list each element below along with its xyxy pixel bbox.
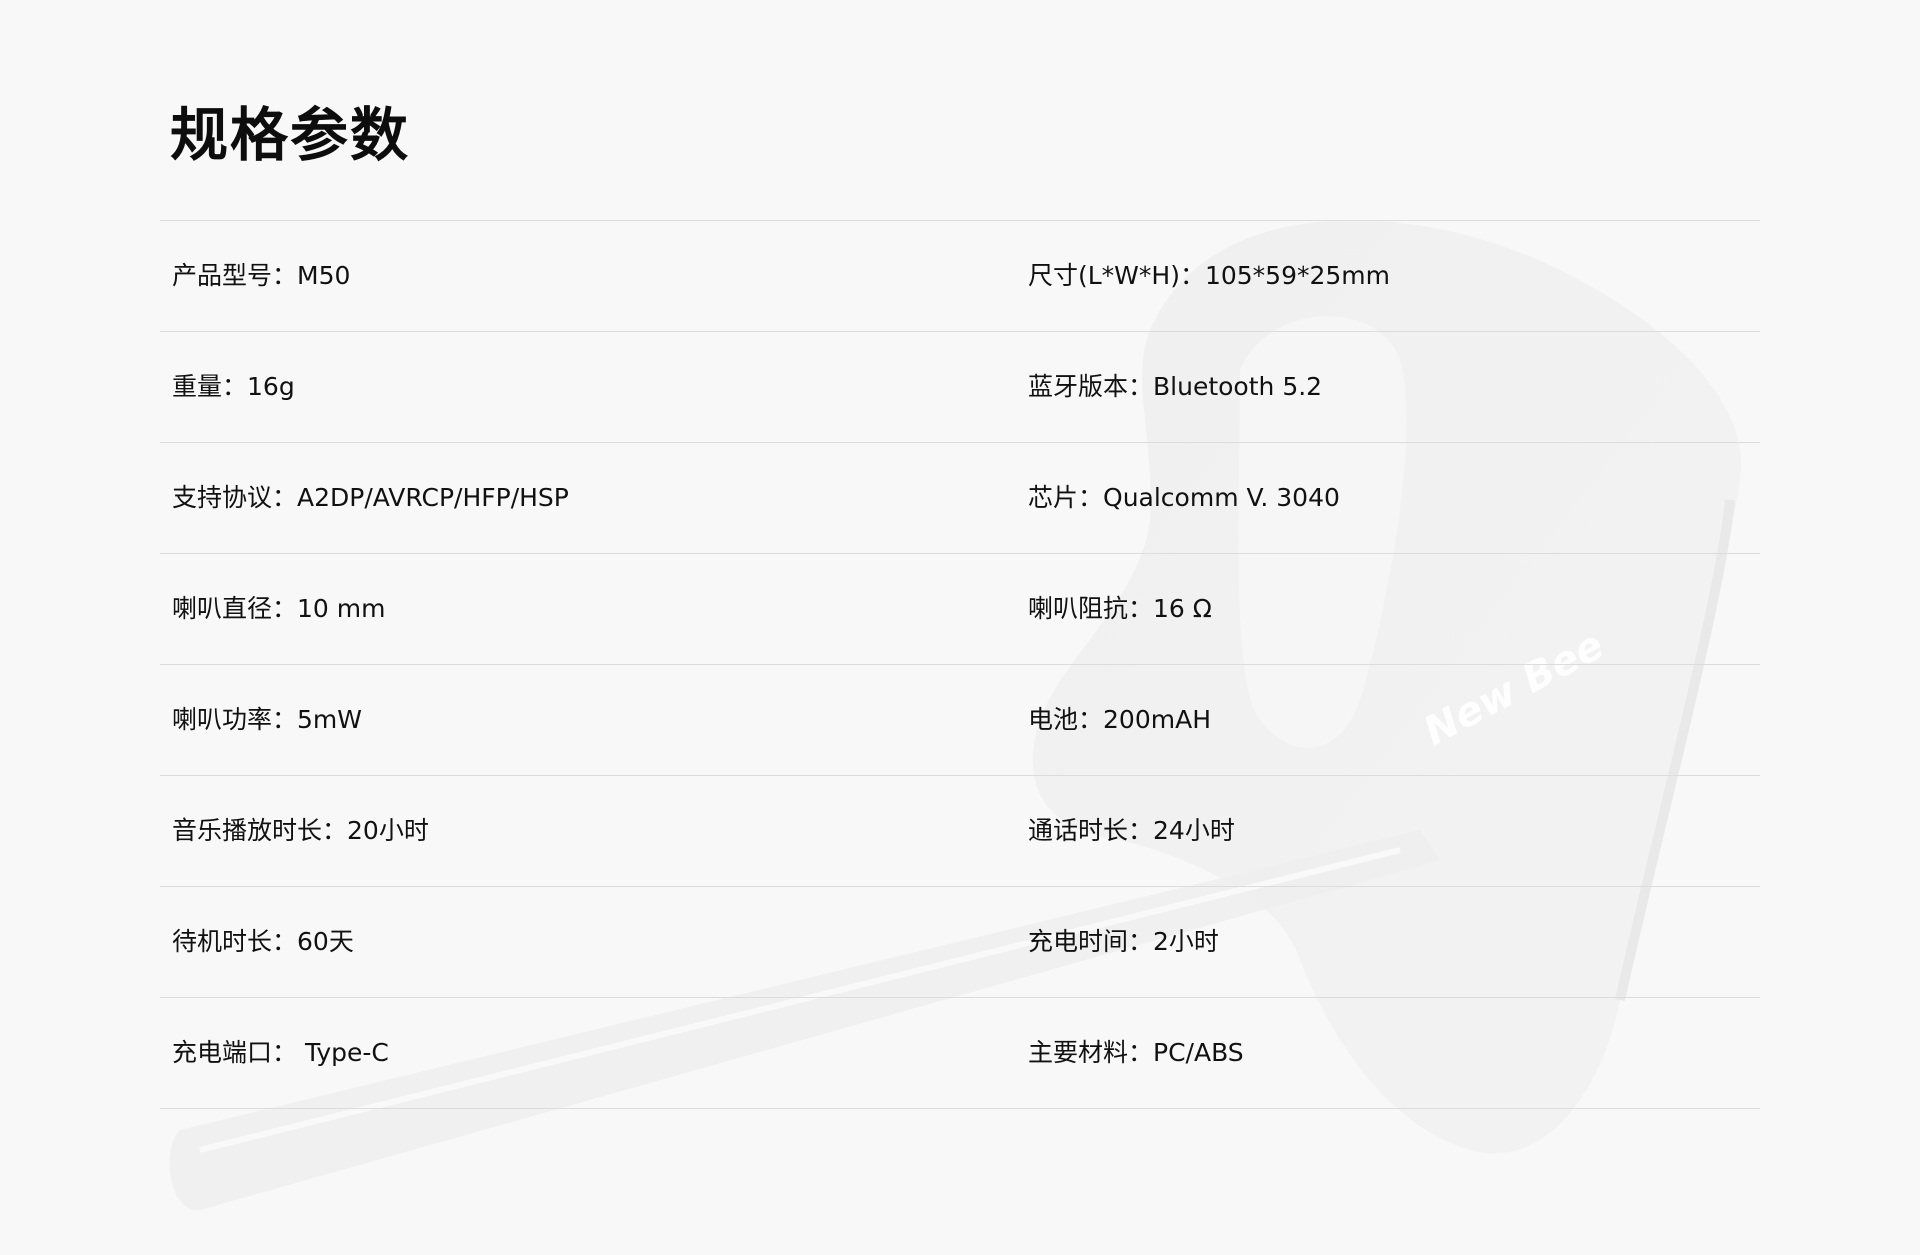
spec-value: 200mAH xyxy=(1103,705,1211,734)
spec-label: 音乐播放时长： xyxy=(172,816,348,845)
spec-speaker-power: 喇叭功率： 5mW xyxy=(160,705,1028,735)
spec-value: M50 xyxy=(297,261,351,290)
spec-row: 喇叭功率： 5mW 电池： 200mAH xyxy=(160,665,1760,776)
spec-protocols: 支持协议： A2DP/AVRCP/HFP/HSP xyxy=(160,483,1028,513)
spec-value: 16g xyxy=(247,372,295,401)
spec-material: 主要材料： PC/ABS xyxy=(1028,1038,1760,1068)
spec-row: 喇叭直径： 10 mm 喇叭阻抗： 16 Ω xyxy=(160,554,1760,665)
spec-value: Qualcomm V. 3040 xyxy=(1103,483,1340,512)
spec-speaker-diameter: 喇叭直径： 10 mm xyxy=(160,594,1028,624)
spec-value: 16 Ω xyxy=(1153,594,1212,623)
spec-standby-time: 待机时长： 60天 xyxy=(160,927,1028,957)
spec-value: 5mW xyxy=(297,705,362,734)
spec-label: 喇叭阻抗： xyxy=(1028,594,1154,623)
spec-row: 充电端口： Type-C 主要材料： PC/ABS xyxy=(160,998,1760,1109)
spec-row: 音乐播放时长： 20小时 通话时长： 24小时 xyxy=(160,776,1760,887)
spec-value: PC/ABS xyxy=(1153,1038,1244,1067)
spec-bluetooth-version: 蓝牙版本： Bluetooth 5.2 xyxy=(1028,372,1760,402)
spec-speaker-impedance: 喇叭阻抗： 16 Ω xyxy=(1028,594,1760,624)
spec-value: 10 mm xyxy=(297,594,386,623)
spec-label: 喇叭直径： xyxy=(172,594,298,623)
spec-charging-port: 充电端口： Type-C xyxy=(160,1038,1028,1068)
spec-talk-time: 通话时长： 24小时 xyxy=(1028,816,1760,846)
spec-charging-time: 充电时间： 2小时 xyxy=(1028,927,1760,957)
spec-label: 充电端口： xyxy=(172,1038,298,1067)
spec-label: 充电时间： xyxy=(1028,927,1154,956)
spec-row: 待机时长： 60天 充电时间： 2小时 xyxy=(160,887,1760,998)
spec-page: New Bee 规格参数 产品型号： M50 尺寸(L*W*H)： 105*59*2… xyxy=(0,0,1920,1255)
spec-model: 产品型号： M50 xyxy=(160,261,1028,291)
spec-battery: 电池： 200mAH xyxy=(1028,705,1760,735)
spec-value: 60天 xyxy=(297,927,354,956)
spec-label: 支持协议： xyxy=(172,483,298,512)
spec-value: A2DP/AVRCP/HFP/HSP xyxy=(297,483,569,512)
spec-value: 105*59*25mm xyxy=(1204,261,1391,290)
spec-label: 通话时长： xyxy=(1028,816,1154,845)
page-title: 规格参数 xyxy=(170,101,411,169)
spec-value: Bluetooth 5.2 xyxy=(1153,372,1323,401)
spec-table: 产品型号： M50 尺寸(L*W*H)： 105*59*25mm 重量： 16g 蓝牙… xyxy=(160,220,1760,1109)
spec-label: 尺寸(L*W*H)： xyxy=(1028,261,1205,290)
spec-row: 产品型号： M50 尺寸(L*W*H)： 105*59*25mm xyxy=(160,221,1760,332)
spec-row: 重量： 16g 蓝牙版本： Bluetooth 5.2 xyxy=(160,332,1760,443)
spec-label: 喇叭功率： xyxy=(172,705,298,734)
spec-label: 电池： xyxy=(1028,705,1104,734)
spec-weight: 重量： 16g xyxy=(160,372,1028,402)
spec-value: Type-C xyxy=(297,1038,389,1067)
spec-value: 24小时 xyxy=(1153,816,1235,845)
spec-row: 支持协议： A2DP/AVRCP/HFP/HSP 芯片： Qualcomm V. 3… xyxy=(160,443,1760,554)
spec-label: 待机时长： xyxy=(172,927,298,956)
spec-value: 20小时 xyxy=(347,816,429,845)
spec-dimensions: 尺寸(L*W*H)： 105*59*25mm xyxy=(1028,261,1760,291)
spec-chip: 芯片： Qualcomm V. 3040 xyxy=(1028,483,1760,513)
spec-value: 2小时 xyxy=(1153,927,1219,956)
spec-label: 芯片： xyxy=(1028,483,1104,512)
spec-label: 重量： xyxy=(172,372,248,401)
spec-label: 蓝牙版本： xyxy=(1028,372,1154,401)
spec-music-playtime: 音乐播放时长： 20小时 xyxy=(160,816,1028,846)
spec-label: 产品型号： xyxy=(172,261,298,290)
spec-label: 主要材料： xyxy=(1028,1038,1154,1067)
